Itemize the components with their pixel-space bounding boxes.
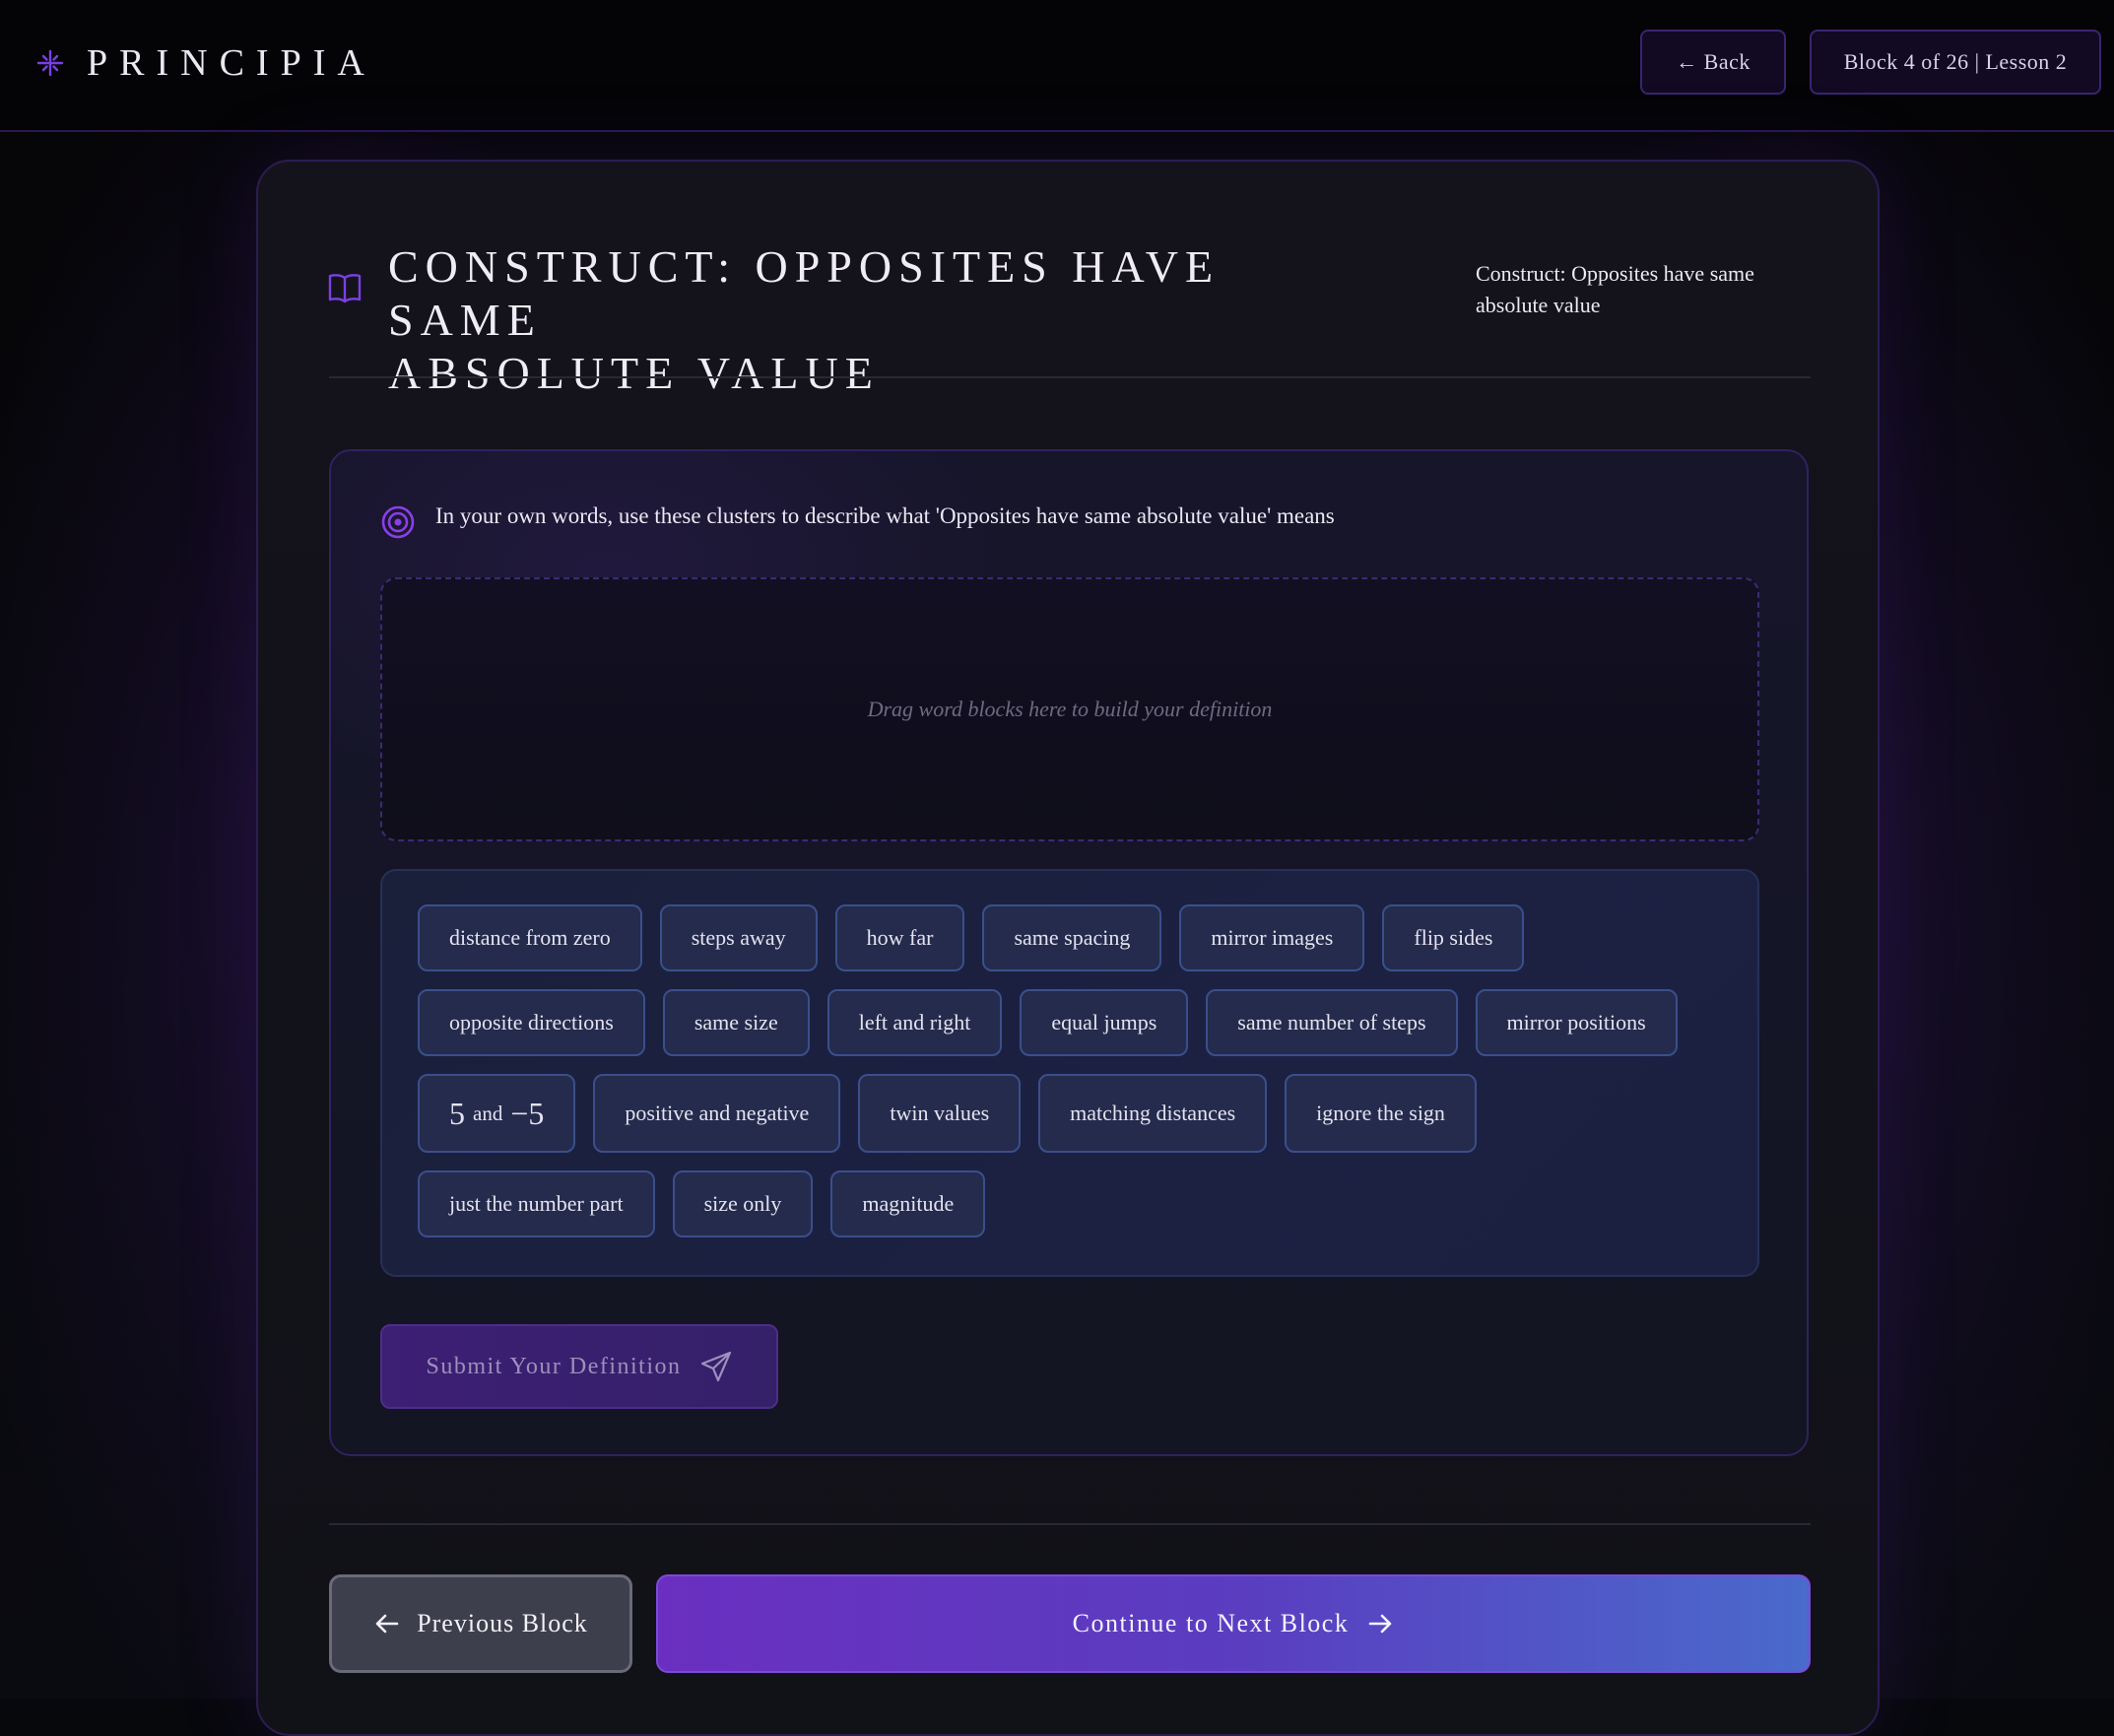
math-word-chip[interactable]: 5 and −5 [418,1074,576,1153]
previous-block-label: Previous Block [417,1609,588,1637]
page-title-line-2: ABSOLUTE VALUE [388,348,880,398]
arrow-left-icon [375,1614,399,1634]
submit-definition-button[interactable]: Submit Your Definition [380,1324,778,1409]
arrow-right-icon [1369,1614,1392,1634]
word-bank-row: distance from zero steps away how far sa… [418,904,1722,971]
word-bank-row: opposite directions same size left and r… [418,989,1722,1056]
word-chip[interactable]: equal jumps [1020,989,1189,1056]
divider [329,376,1811,378]
block-progress-indicator: Block 4 of 26 | Lesson 2 [1810,30,2101,95]
word-bank-row: 5 and −5 positive and negative twin valu… [418,1074,1722,1153]
word-chip[interactable]: magnitude [830,1170,986,1237]
math-and: and [473,1101,503,1125]
word-chip[interactable]: how far [834,904,965,971]
definition-builder-panel: In your own words, use these clusters to… [329,449,1809,1456]
word-chip[interactable]: matching distances [1038,1074,1268,1153]
word-chip[interactable]: left and right [826,989,1003,1056]
logo-text: PRINCIPIA [87,42,376,84]
word-chip[interactable]: ignore the sign [1285,1074,1477,1153]
page-title-line-1: CONSTRUCT: OPPOSITES HAVE SAME [388,241,1221,345]
logo[interactable]: PRINCIPIA [35,41,376,85]
continue-next-block-button[interactable]: Continue to Next Block [656,1574,1811,1673]
target-icon [381,505,415,539]
word-bank-row: just the number part size only magnitude [418,1170,1722,1237]
word-chip[interactable]: opposite directions [418,989,645,1056]
word-chip[interactable]: positive and negative [593,1074,841,1153]
block-subtitle: Construct: Opposites have same absolute … [1476,261,1754,317]
dropzone-hint: Drag word blocks here to build your defi… [867,697,1273,721]
divider [329,1523,1811,1525]
word-chip[interactable]: just the number part [418,1170,655,1237]
book-icon [328,274,362,303]
back-button[interactable]: ← Back [1640,30,1786,95]
word-chip[interactable]: same spacing [982,904,1162,971]
submit-label: Submit Your Definition [426,1353,682,1379]
word-chip[interactable]: same size [662,989,810,1056]
previous-block-button[interactable]: Previous Block [329,1574,632,1673]
word-chip[interactable]: same number of steps [1206,989,1458,1056]
word-bank: distance from zero steps away how far sa… [380,869,1759,1277]
send-icon [700,1351,731,1382]
continue-label: Continue to Next Block [1072,1609,1350,1637]
word-chip[interactable]: mirror positions [1475,989,1678,1056]
word-chip[interactable]: size only [672,1170,814,1237]
word-chip[interactable]: distance from zero [418,904,642,971]
math-value-a: 5 [449,1095,465,1131]
math-value-b: −5 [510,1095,545,1131]
word-chip[interactable]: steps away [659,904,818,971]
prompt-text: In your own words, use these clusters to… [435,503,1335,528]
word-chip[interactable]: flip sides [1382,904,1525,971]
prompt-row: In your own words, use these clusters to… [380,501,1335,540]
top-header: PRINCIPIA ← Back Block 4 of 26 | Lesson … [0,0,2114,132]
definition-dropzone[interactable]: Drag word blocks here to build your defi… [380,577,1759,841]
lesson-card: CONSTRUCT: OPPOSITES HAVE SAME ABSOLUTE … [256,160,1880,1736]
word-chip[interactable]: twin values [858,1074,1022,1153]
sparkle-logo-icon [36,49,64,77]
word-chip[interactable]: mirror images [1179,904,1365,971]
